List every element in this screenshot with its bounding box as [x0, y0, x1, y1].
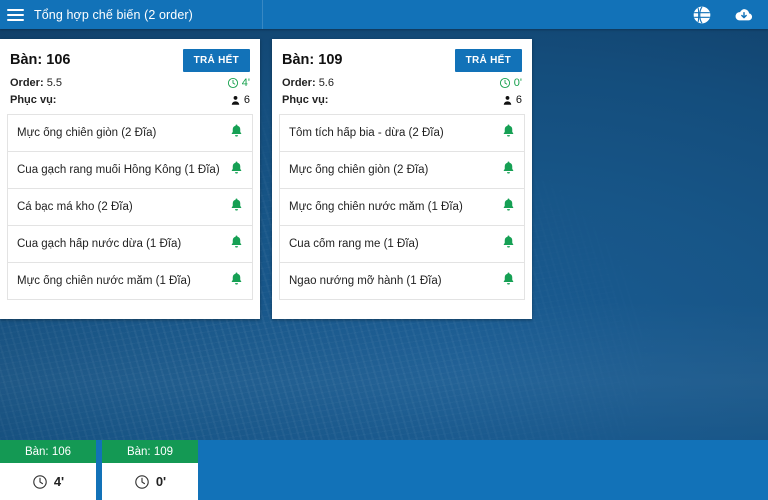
- order-card[interactable]: Bàn: 109 TRẢ HẾT Order: 5.6 0' Phục vụ: …: [272, 39, 532, 319]
- serve-label-wrap: Phục vụ:: [10, 94, 56, 106]
- dish-name: Cua gạch rang muối Hồng Kông (1 Đĩa): [17, 164, 220, 176]
- elapsed-time: 0': [499, 77, 522, 89]
- order-card[interactable]: Bàn: 106 TRẢ HẾT Order: 5.5 4' Phục vụ: …: [0, 39, 260, 319]
- table-tile-time: 4': [53, 474, 65, 489]
- serve-label: Phục vụ:: [282, 94, 329, 106]
- dish-row[interactable]: Tôm tích hấp bia - dừa (2 Đĩa): [279, 114, 525, 152]
- clock-icon: [134, 474, 150, 490]
- table-tile-label: Bàn: 109: [102, 440, 198, 463]
- dish-name: Cua cốm rang me (1 Đĩa): [289, 238, 419, 250]
- serve-label-wrap: Phục vụ:: [282, 94, 328, 106]
- serve-label: Phục vụ:: [10, 94, 57, 106]
- table-name: Bàn: 106: [10, 52, 71, 68]
- order-meta-row: Order: 5.5 4': [10, 77, 250, 89]
- clock-icon: [227, 77, 239, 89]
- dish-row[interactable]: Cá bạc má kho (2 Đĩa): [7, 189, 253, 226]
- table-tile-label: Bàn: 106: [0, 440, 96, 463]
- guest-count: 6: [502, 94, 522, 106]
- dish-name: Mực ống chiên giòn (2 Đĩa): [289, 164, 429, 176]
- guest-count: 6: [230, 94, 250, 106]
- globe-icon[interactable]: [692, 5, 712, 25]
- cloud-download-icon[interactable]: [734, 5, 754, 25]
- bell-icon[interactable]: [229, 160, 244, 180]
- bell-icon[interactable]: [229, 197, 244, 217]
- dish-row[interactable]: Cua cốm rang me (1 Đĩa): [279, 226, 525, 263]
- bell-icon[interactable]: [229, 123, 244, 143]
- bell-icon[interactable]: [229, 234, 244, 254]
- order-value: 5.5: [46, 77, 62, 89]
- order-meta-row: Order: 5.6 0': [282, 77, 522, 89]
- dish-row[interactable]: Cua gạch rang muối Hồng Kông (1 Đĩa): [7, 152, 253, 189]
- dish-row[interactable]: Mực ống chiên giòn (2 Đĩa): [279, 152, 525, 189]
- order-label: Order:: [282, 77, 316, 89]
- serve-meta-row: Phục vụ: 6: [10, 94, 250, 106]
- order-label: Order:: [10, 77, 44, 89]
- dish-row[interactable]: Mực ống chiên giòn (2 Đĩa): [7, 114, 253, 152]
- app-bar-divider: [262, 0, 263, 29]
- order-number: Order: 5.5: [10, 77, 62, 89]
- dish-list: Mực ống chiên giòn (2 Đĩa) Cua gạch rang…: [0, 114, 260, 306]
- receipt-edge: [0, 306, 260, 319]
- bottom-bar: Bàn: 106 4' Bàn: 109 0': [0, 440, 768, 500]
- dish-list: Tôm tích hấp bia - dừa (2 Đĩa) Mực ống c…: [272, 114, 532, 306]
- order-card-header: Bàn: 109 TRẢ HẾT Order: 5.6 0' Phục vụ: …: [272, 39, 532, 114]
- elapsed-time-value: 4': [241, 77, 250, 89]
- serve-meta-row: Phục vụ: 6: [282, 94, 522, 106]
- table-tile-time: 0': [155, 474, 167, 489]
- clock-icon: [32, 474, 48, 490]
- table-name: Bàn: 109: [282, 52, 343, 68]
- order-number: Order: 5.6: [282, 77, 334, 89]
- elapsed-time: 4': [227, 77, 250, 89]
- app-bar-title: Tổng hợp chế biến (2 order): [34, 7, 193, 22]
- app-bar: Tổng hợp chế biến (2 order): [0, 0, 768, 29]
- dish-name: Mực ống chiên giòn (2 Đĩa): [17, 127, 157, 139]
- table-tile[interactable]: Bàn: 106 4': [0, 440, 96, 500]
- order-card-header: Bàn: 106 TRẢ HẾT Order: 5.5 4' Phục vụ: …: [0, 39, 260, 114]
- dish-name: Cá bạc má kho (2 Đĩa): [17, 201, 133, 213]
- table-tile-body: 0': [102, 463, 198, 500]
- person-icon: [502, 95, 513, 106]
- bell-icon[interactable]: [501, 160, 516, 180]
- bell-icon[interactable]: [229, 271, 244, 291]
- person-icon: [230, 95, 241, 106]
- receipt-edge: [272, 306, 532, 319]
- clock-icon: [499, 77, 511, 89]
- dish-row[interactable]: Mực ống chiên nước mắm (1 Đĩa): [279, 189, 525, 226]
- elapsed-time-value: 0': [513, 77, 522, 89]
- dish-row[interactable]: Mực ống chiên nước mắm (1 Đĩa): [7, 263, 253, 300]
- bell-icon[interactable]: [501, 234, 516, 254]
- bell-icon[interactable]: [501, 197, 516, 217]
- table-tile-body: 4': [0, 463, 96, 500]
- dish-name: Mực ống chiên nước mắm (1 Đĩa): [289, 201, 463, 213]
- bell-icon[interactable]: [501, 271, 516, 291]
- order-cards: Bàn: 106 TRẢ HẾT Order: 5.5 4' Phục vụ: …: [0, 39, 532, 319]
- dish-name: Mực ống chiên nước mắm (1 Đĩa): [17, 275, 191, 287]
- app-root: Tổng hợp chế biến (2 order) Bàn: 106 TRẢ…: [0, 0, 768, 500]
- dish-name: Cua gạch hấp nước dừa (1 Đĩa): [17, 238, 182, 250]
- dish-row[interactable]: Cua gạch hấp nước dừa (1 Đĩa): [7, 226, 253, 263]
- table-tile[interactable]: Bàn: 109 0': [102, 440, 198, 500]
- guest-count-value: 6: [515, 94, 522, 106]
- bell-icon[interactable]: [501, 123, 516, 143]
- pay-all-button[interactable]: TRẢ HẾT: [182, 49, 250, 72]
- order-value: 5.6: [318, 77, 334, 89]
- dish-name: Ngao nướng mỡ hành (1 Đĩa): [289, 275, 442, 287]
- dish-row[interactable]: Ngao nướng mỡ hành (1 Đĩa): [279, 263, 525, 300]
- pay-all-button[interactable]: TRẢ HẾT: [454, 49, 522, 72]
- app-bar-actions: [692, 5, 768, 25]
- dish-name: Tôm tích hấp bia - dừa (2 Đĩa): [289, 127, 444, 139]
- background-sheen: [0, 300, 768, 450]
- guest-count-value: 6: [243, 94, 250, 106]
- hamburger-menu-icon[interactable]: [0, 0, 30, 29]
